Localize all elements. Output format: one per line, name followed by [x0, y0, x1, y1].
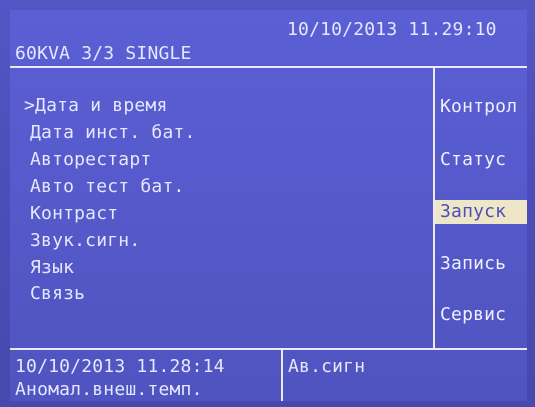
- status-divider: [10, 348, 527, 350]
- menu-item-sound-signal[interactable]: Звук.сигн.: [30, 231, 140, 251]
- side-menu-control[interactable]: Контрол: [440, 97, 517, 117]
- side-menu-service[interactable]: Сервис: [440, 305, 506, 325]
- menu-item-communication[interactable]: Связь: [30, 284, 85, 304]
- menu-item-date-time[interactable]: >Дата и время: [24, 96, 167, 116]
- menu-item-auto-restart[interactable]: Авторестарт: [30, 150, 151, 170]
- menu-item-auto-battery-test[interactable]: Авто тест бат.: [30, 177, 185, 197]
- side-menu-status[interactable]: Статус: [440, 150, 506, 170]
- ups-model-label: 60KVA 3/3 SINGLE: [15, 43, 192, 64]
- side-menu-startup[interactable]: Запуск: [435, 200, 527, 224]
- alarm-indicator: Ав.сигн: [288, 356, 366, 377]
- header-divider: [10, 66, 527, 68]
- status-bar-divider: [281, 348, 283, 401]
- menu-item-battery-install-date[interactable]: Дата инст. бат.: [30, 123, 196, 143]
- warning-message: Аномал.внеш.темп.: [15, 379, 203, 400]
- side-menu-log[interactable]: Запись: [440, 254, 506, 274]
- last-event-datetime: 10/10/2013 11.28:14: [15, 356, 225, 377]
- menu-item-language[interactable]: Язык: [30, 258, 74, 278]
- menu-item-contrast[interactable]: Контраст: [30, 204, 118, 224]
- current-datetime: 10/10/2013 11.29:10: [287, 19, 497, 40]
